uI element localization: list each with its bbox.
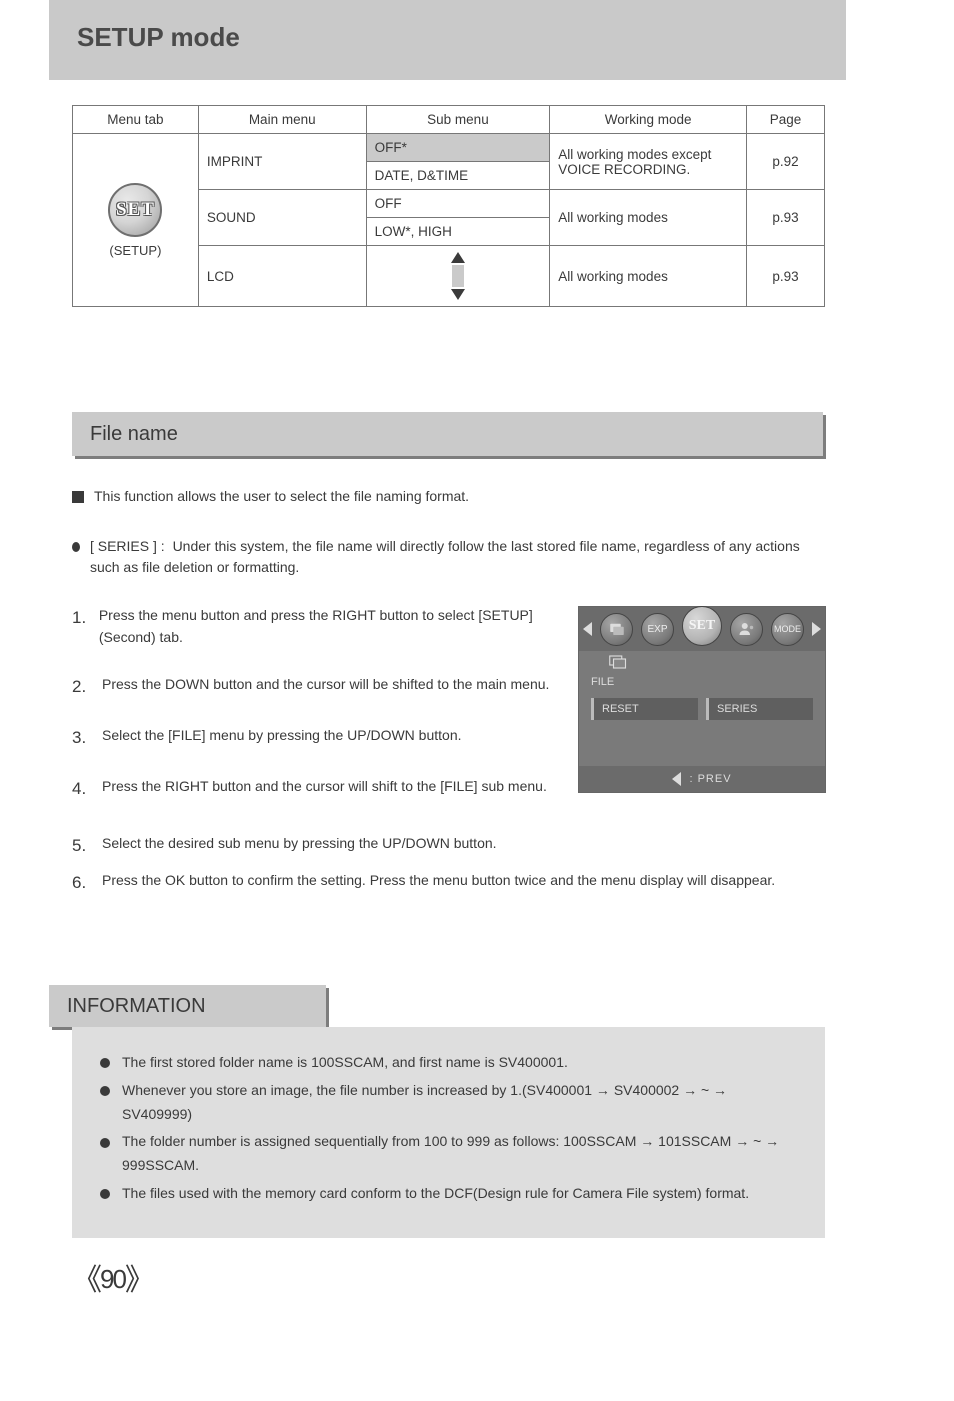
screen-footer: : PREV xyxy=(579,766,825,792)
step-text: Select the [FILE] menu by pressing the U… xyxy=(102,724,462,751)
steps-after: 5.Select the desired sub menu by pressin… xyxy=(72,832,825,896)
tab-bar: EXP SET MODE xyxy=(579,607,825,651)
setup-table: Menu tab Main menu Sub menu Working mode… xyxy=(72,105,825,307)
step-text: Press the RIGHT button and the cursor wi… xyxy=(102,775,547,802)
steps-list: 1.Press the menu button and press the RI… xyxy=(72,604,562,826)
page-title: SETUP mode xyxy=(77,22,818,53)
sub-icon-row xyxy=(579,651,825,672)
series-text: Under this system, the file name will di… xyxy=(90,538,800,576)
pg-lcd: p.93 xyxy=(747,246,825,307)
footer-label: PREV xyxy=(698,773,732,785)
sub-sound-off: OFF xyxy=(366,190,550,218)
triangle-down-icon xyxy=(451,289,465,300)
pg-imprint: p.92 xyxy=(747,134,825,190)
step-text: Press the OK button to confirm the setti… xyxy=(102,869,775,896)
intro-text: This function allows the user to select … xyxy=(94,488,469,504)
footer-chevron-left-icon[interactable] xyxy=(672,772,681,786)
slider-thumb xyxy=(452,265,464,287)
step-num: 3. xyxy=(72,724,102,751)
th-working-mode: Working mode xyxy=(550,106,747,134)
lcd-preview: EXP SET MODE FILE RESET SERIES : PREV xyxy=(578,606,826,793)
info-item: The folder number is assigned sequential… xyxy=(100,1130,797,1178)
wm-sound: All working modes xyxy=(550,190,747,246)
step-num: 6. xyxy=(72,869,102,896)
th-page: Page xyxy=(747,106,825,134)
step-text: Press the menu button and press the RIGH… xyxy=(99,604,562,649)
step-num: 4. xyxy=(72,775,102,802)
section-heading-text: File name xyxy=(90,423,178,446)
options-row: RESET SERIES xyxy=(579,692,825,726)
step-item: 4.Press the RIGHT button and the cursor … xyxy=(72,775,562,802)
info-text: The first stored folder name is 100SSCAM… xyxy=(122,1051,568,1075)
opt-reset[interactable]: RESET xyxy=(591,698,698,720)
th-menu-tab: Menu tab xyxy=(73,106,199,134)
body-text: This function allows the user to select … xyxy=(72,486,825,579)
sub-off: OFF* xyxy=(366,134,550,162)
step-text: Press the DOWN button and the cursor wil… xyxy=(102,673,549,700)
step-item: 3.Select the [FILE] menu by pressing the… xyxy=(72,724,562,751)
square-bullet-icon xyxy=(72,491,84,503)
info-text: The files used with the memory card conf… xyxy=(122,1182,749,1206)
sub-date: DATE, D&TIME xyxy=(366,162,550,190)
step-item: 1.Press the menu button and press the RI… xyxy=(72,604,562,649)
menu-tab-label: (SETUP) xyxy=(81,243,190,258)
gallery-small-icon xyxy=(609,655,627,669)
tab-gallery[interactable] xyxy=(600,613,633,646)
info-item: Whenever you store an image, the file nu… xyxy=(100,1079,797,1127)
th-sub-menu: Sub menu xyxy=(366,106,550,134)
info-item: The files used with the memory card conf… xyxy=(100,1182,797,1206)
page-header: SETUP mode xyxy=(49,0,846,80)
wm-imprint: All working modes except VOICE RECORDING… xyxy=(550,134,747,190)
info-item: The first stored folder name is 100SSCAM… xyxy=(100,1051,797,1075)
info-box: The first stored folder name is 100SSCAM… xyxy=(72,1027,825,1238)
step-num: 1. xyxy=(72,604,99,649)
step-text: Select the desired sub menu by pressing … xyxy=(102,832,497,859)
tab-person[interactable] xyxy=(730,613,763,646)
series-label: [ SERIES ] : xyxy=(90,538,165,554)
wm-lcd: All working modes xyxy=(550,246,747,307)
opt-series-label: SERIES xyxy=(717,703,757,715)
opt-series[interactable]: SERIES xyxy=(706,698,813,720)
step-item: 2.Press the DOWN button and the cursor w… xyxy=(72,673,562,700)
th-main-menu: Main menu xyxy=(198,106,366,134)
page-number: 《90》 xyxy=(72,1255,153,1299)
opt-reset-label: RESET xyxy=(602,703,639,715)
sub-lcd-slider xyxy=(366,246,550,307)
step-num: 5. xyxy=(72,832,102,859)
bullet-icon xyxy=(100,1189,110,1199)
bullet-icon xyxy=(100,1058,110,1068)
screen-sub-label: FILE xyxy=(591,676,614,688)
triangle-up-icon xyxy=(451,252,465,263)
bullet-icon xyxy=(72,542,80,552)
chevron-right-icon[interactable] xyxy=(812,622,821,636)
menu-tab-cell: SET (SETUP) xyxy=(73,134,199,307)
bullet-icon xyxy=(100,1138,110,1148)
info-heading: INFORMATION xyxy=(49,985,326,1027)
step-num: 2. xyxy=(72,673,102,700)
bullet-icon xyxy=(100,1086,110,1096)
main-lcd: LCD xyxy=(198,246,366,307)
info-text: Whenever you store an image, the file nu… xyxy=(122,1079,797,1127)
chevron-left-icon[interactable] xyxy=(583,622,592,636)
set-icon: SET xyxy=(108,183,162,237)
info-text: The folder number is assigned sequential… xyxy=(122,1130,797,1178)
slider-control xyxy=(375,252,542,300)
sub-sound-lowhigh: LOW*, HIGH xyxy=(366,218,550,246)
main-imprint: IMPRINT xyxy=(198,134,366,190)
info-heading-text: INFORMATION xyxy=(67,995,206,1018)
tab-mode[interactable]: MODE xyxy=(771,613,804,646)
tab-exp[interactable]: EXP xyxy=(641,613,674,646)
pg-sound: p.93 xyxy=(747,190,825,246)
section-heading: File name xyxy=(72,412,823,456)
tab-set[interactable]: SET xyxy=(682,606,722,646)
main-sound: SOUND xyxy=(198,190,366,246)
page-number-value: 90 xyxy=(100,1264,125,1294)
